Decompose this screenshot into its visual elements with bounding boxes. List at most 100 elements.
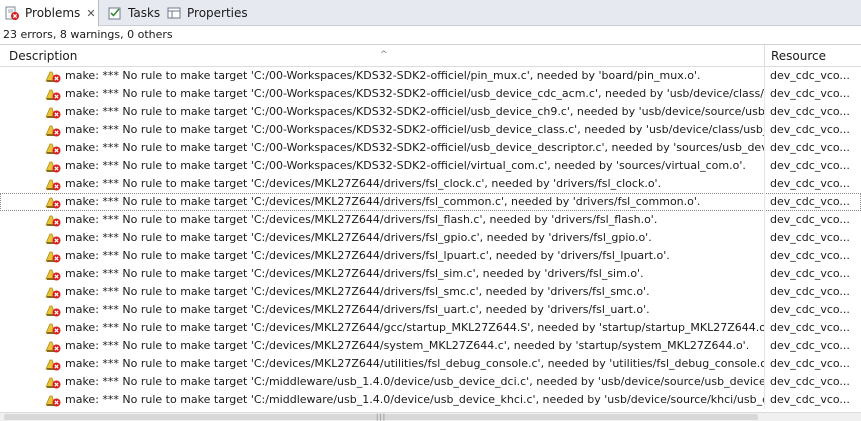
scrollbar-thumb[interactable]: ||| (4, 413, 758, 421)
table-row[interactable]: make: *** No rule to make target 'C:/dev… (0, 337, 861, 355)
problems-table: Description ^ Resource make: *** No rule… (0, 44, 861, 413)
tab-tasks-label: Tasks (128, 6, 161, 20)
scrollbar-grip-icon: ||| (376, 413, 387, 421)
table-row[interactable]: make: *** No rule to make target 'C:/dev… (0, 301, 861, 319)
table-row[interactable]: make: *** No rule to make target 'C:/dev… (0, 355, 861, 373)
problem-resource: dev_cdc_vco... (770, 87, 850, 100)
error-marker-icon (45, 212, 61, 228)
problem-description: make: *** No rule to make target 'C:/dev… (65, 213, 658, 226)
problem-description: make: *** No rule to make target 'C:/00-… (65, 123, 765, 136)
table-row[interactable]: make: *** No rule to make target 'C:/dev… (0, 193, 861, 211)
description-cell: make: *** No rule to make target 'C:/00-… (0, 67, 765, 85)
table-row[interactable]: make: *** No rule to make target 'C:/dev… (0, 283, 861, 301)
table-row[interactable]: make: *** No rule to make target 'C:/dev… (0, 265, 861, 283)
problem-resource: dev_cdc_vco... (770, 231, 850, 244)
tasks-icon (107, 5, 123, 21)
properties-icon (166, 5, 182, 21)
description-cell: make: *** No rule to make target 'C:/00-… (0, 139, 765, 157)
problem-resource: dev_cdc_vco... (770, 177, 850, 190)
table-row[interactable]: make: *** No rule to make target 'C:/mid… (0, 373, 861, 391)
problem-resource: dev_cdc_vco... (770, 393, 850, 406)
description-cell: make: *** No rule to make target 'C:/dev… (0, 247, 765, 265)
error-marker-icon (45, 248, 61, 264)
error-marker-icon (45, 86, 61, 102)
table-header: Description ^ Resource (0, 45, 861, 67)
problems-summary: 23 errors, 8 warnings, 0 others (3, 28, 173, 41)
table-row[interactable]: make: *** No rule to make target 'C:/dev… (0, 247, 861, 265)
column-header-description[interactable]: Description ^ (0, 45, 765, 66)
problem-resource: dev_cdc_vco... (770, 357, 850, 370)
description-cell: make: *** No rule to make target 'C:/dev… (0, 337, 765, 355)
error-marker-icon (45, 338, 61, 354)
error-marker-icon (45, 392, 61, 408)
problem-description: make: *** No rule to make target 'C:/00-… (65, 141, 765, 154)
problem-description: make: *** No rule to make target 'C:/00-… (65, 87, 765, 100)
error-marker-icon (45, 302, 61, 318)
description-cell: make: *** No rule to make target 'C:/dev… (0, 265, 765, 283)
table-row[interactable]: make: *** No rule to make target 'C:/00-… (0, 67, 861, 85)
error-marker-icon (45, 374, 61, 390)
description-cell: make: *** No rule to make target 'C:/dev… (0, 193, 765, 211)
table-row[interactable]: make: *** No rule to make target 'C:/00-… (0, 157, 861, 175)
problem-resource: dev_cdc_vco... (770, 339, 850, 352)
problem-description: make: *** No rule to make target 'C:/mid… (65, 393, 765, 406)
tab-tasks[interactable]: Tasks (104, 0, 162, 26)
problem-description: make: *** No rule to make target 'C:/dev… (65, 177, 662, 190)
table-row[interactable]: make: *** No rule to make target 'C:/00-… (0, 139, 861, 157)
error-marker-icon (45, 284, 61, 300)
error-marker-icon (45, 230, 61, 246)
problem-description: make: *** No rule to make target 'C:/dev… (65, 339, 750, 352)
problem-description: make: *** No rule to make target 'C:/dev… (65, 267, 644, 280)
error-marker-icon (45, 140, 61, 156)
problem-description: make: *** No rule to make target 'C:/00-… (65, 69, 701, 82)
description-cell: make: *** No rule to make target 'C:/00-… (0, 157, 765, 175)
problem-description: make: *** No rule to make target 'C:/dev… (65, 231, 652, 244)
problems-icon (4, 5, 20, 21)
error-marker-icon (45, 158, 61, 174)
error-marker-icon (45, 104, 61, 120)
problem-description: make: *** No rule to make target 'C:/dev… (65, 357, 765, 370)
table-row[interactable]: make: *** No rule to make target 'C:/00-… (0, 103, 861, 121)
description-cell: make: *** No rule to make target 'C:/dev… (0, 211, 765, 229)
description-cell: make: *** No rule to make target 'C:/dev… (0, 301, 765, 319)
description-cell: make: *** No rule to make target 'C:/dev… (0, 175, 765, 193)
problem-description: make: *** No rule to make target 'C:/dev… (65, 321, 765, 334)
description-cell: make: *** No rule to make target 'C:/mid… (0, 391, 765, 409)
horizontal-scrollbar[interactable]: ||| (0, 412, 861, 421)
table-row[interactable]: make: *** No rule to make target 'C:/00-… (0, 85, 861, 103)
error-marker-icon (45, 122, 61, 138)
problem-resource: dev_cdc_vco... (770, 123, 850, 136)
problem-resource: dev_cdc_vco... (770, 249, 850, 262)
tab-properties[interactable]: Properties (164, 0, 248, 26)
problem-description: make: *** No rule to make target 'C:/dev… (65, 249, 670, 262)
error-marker-icon (45, 176, 61, 192)
description-cell: make: *** No rule to make target 'C:/mid… (0, 373, 765, 391)
problem-resource: dev_cdc_vco... (770, 303, 850, 316)
table-row[interactable]: make: *** No rule to make target 'C:/dev… (0, 319, 861, 337)
problem-resource: dev_cdc_vco... (770, 321, 850, 334)
close-icon[interactable]: ✕ (86, 7, 95, 20)
description-cell: make: *** No rule to make target 'C:/dev… (0, 319, 765, 337)
error-marker-icon (45, 356, 61, 372)
error-marker-icon (45, 68, 61, 84)
table-row[interactable]: make: *** No rule to make target 'C:/dev… (0, 211, 861, 229)
problem-description: make: *** No rule to make target 'C:/00-… (65, 159, 746, 172)
table-row[interactable]: make: *** No rule to make target 'C:/00-… (0, 121, 861, 139)
description-cell: make: *** No rule to make target 'C:/00-… (0, 121, 765, 139)
table-row[interactable]: make: *** No rule to make target 'C:/dev… (0, 175, 861, 193)
table-row[interactable]: make: *** No rule to make target 'C:/mid… (0, 391, 861, 409)
tab-problems[interactable]: Problems ✕ (0, 0, 99, 27)
column-header-resource[interactable]: Resource (765, 45, 861, 66)
tab-problems-label: Problems (25, 6, 81, 20)
problem-description: make: *** No rule to make target 'C:/mid… (65, 375, 765, 388)
sort-ascending-icon: ^ (380, 50, 388, 60)
view-tab-bar: Problems ✕ Tasks Properties (0, 0, 861, 27)
problem-resource: dev_cdc_vco... (770, 195, 850, 208)
problem-description: make: *** No rule to make target 'C:/dev… (65, 285, 650, 298)
problem-resource: dev_cdc_vco... (770, 159, 850, 172)
table-row[interactable]: make: *** No rule to make target 'C:/dev… (0, 229, 861, 247)
problem-resource: dev_cdc_vco... (770, 141, 850, 154)
description-cell: make: *** No rule to make target 'C:/00-… (0, 85, 765, 103)
description-cell: make: *** No rule to make target 'C:/00-… (0, 103, 765, 121)
column-description-label: Description (9, 49, 78, 63)
